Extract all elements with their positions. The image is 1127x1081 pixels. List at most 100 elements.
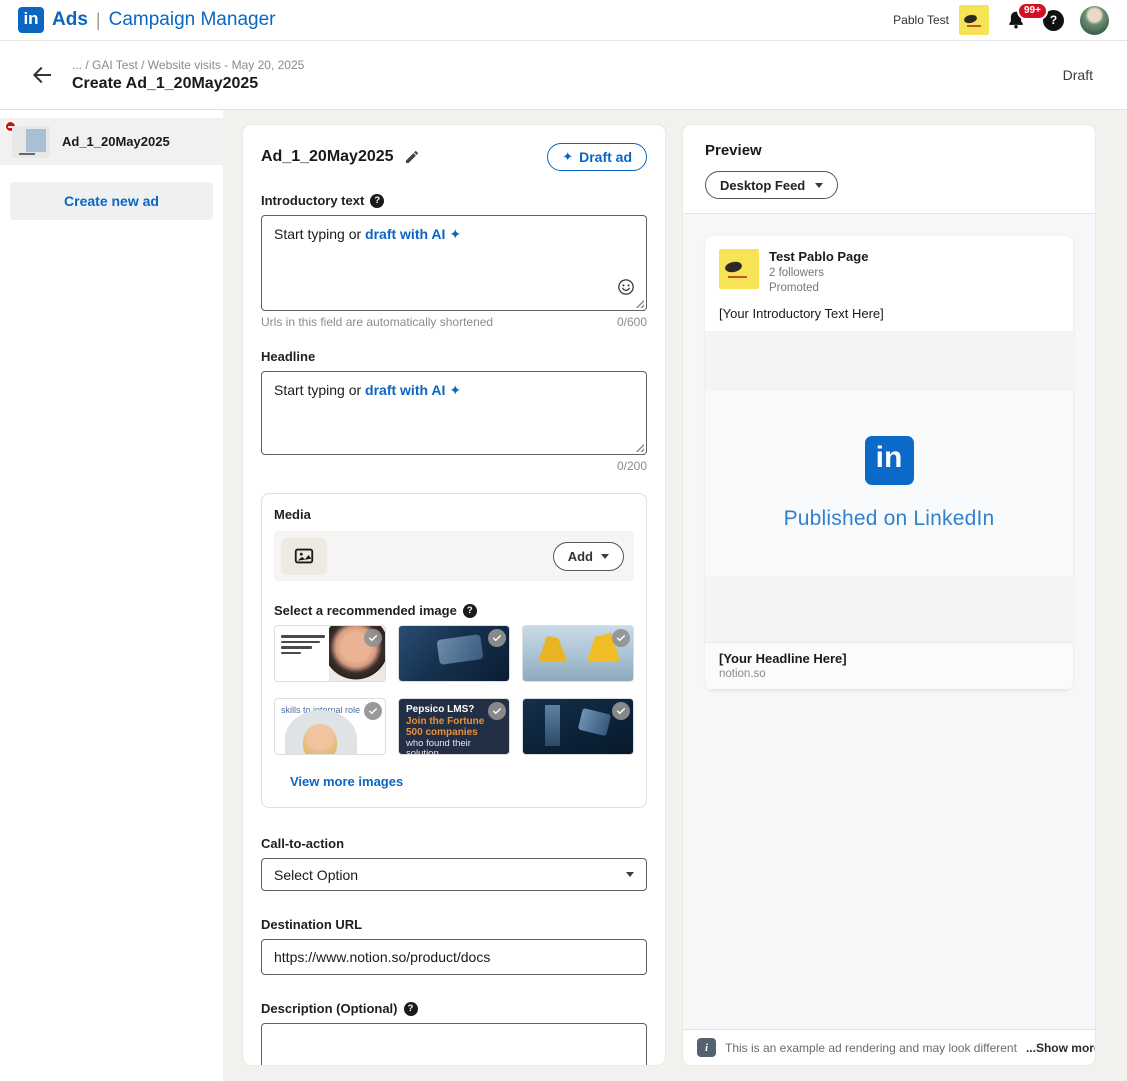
brand-separator: |	[95, 9, 101, 30]
device-selector-value: Desktop Feed	[720, 177, 806, 193]
page-followers: 2 followers	[769, 266, 824, 279]
preview-media-placeholder: in Published on LinkedIn	[705, 390, 1073, 576]
chevron-down-icon	[601, 553, 609, 559]
intro-textarea[interactable]: Start typing or draft with AI ✦	[261, 215, 647, 311]
recommended-image-5[interactable]: Pepsico LMS? Join the Fortune 500 compan…	[398, 698, 510, 755]
linkedin-logo-icon: in	[864, 435, 914, 485]
ad-thumbnail	[12, 125, 50, 158]
preview-headline: [Your Headline Here]	[719, 650, 847, 666]
headline-char-counter: 0/200	[616, 459, 647, 473]
promoted-label: Promoted	[769, 281, 819, 294]
back-button[interactable]	[30, 63, 54, 87]
intro-char-counter: 0/600	[616, 315, 647, 329]
chevron-down-icon	[626, 872, 634, 877]
chevron-down-icon	[815, 182, 824, 188]
preview-body: Test Pablo Page 2 followers Promoted [Yo…	[683, 214, 1095, 1029]
intro-helper-text: Urls in this field are automatically sho…	[261, 315, 494, 329]
check-icon	[364, 629, 382, 647]
recommended-image-1[interactable]	[274, 625, 386, 682]
preview-media-strip	[705, 330, 1073, 391]
draft-ad-button[interactable]: ✦ Draft ad	[547, 143, 647, 171]
draft-ad-button-label: Draft ad	[579, 149, 632, 165]
media-placeholder-tile[interactable]	[281, 537, 327, 575]
preview-device-selector[interactable]: Desktop Feed	[705, 171, 839, 199]
disclaimer-text: This is an example ad rendering and may …	[725, 1040, 1017, 1055]
pencil-icon	[405, 151, 418, 163]
cta-label: Call-to-action	[261, 836, 345, 851]
info-icon: i	[697, 1038, 716, 1057]
account-logo[interactable]	[959, 5, 989, 35]
headline-textarea[interactable]: Start typing or draft with AI ✦	[261, 371, 647, 455]
campaign-manager-app: in Ads | Campaign Manager Pablo Test 99+…	[0, 0, 1127, 1081]
recommended-image-6[interactable]	[522, 698, 634, 755]
draft-with-ai-link[interactable]: draft with AI ✦	[365, 382, 461, 398]
sparkle-icon: ✦	[562, 149, 574, 164]
view-more-images-link[interactable]: View more images	[274, 774, 403, 789]
recommended-image-2[interactable]	[398, 625, 510, 682]
page-titles: ... / GAI Test / Website visits - May 20…	[72, 58, 1045, 93]
destination-url-input[interactable]	[261, 939, 647, 975]
recommended-image-4[interactable]: skills to internal role	[274, 698, 386, 755]
headline-label: Headline	[261, 349, 316, 364]
resize-handle[interactable]	[634, 442, 644, 452]
preview-headline-bar: [Your Headline Here] notion.so	[705, 641, 1073, 690]
page-avatar	[719, 249, 759, 289]
description-textarea[interactable]	[261, 1023, 647, 1065]
recommended-help-icon[interactable]: ?	[462, 603, 477, 618]
ads-sidebar: Ad_1_20May2025 Create new ad	[0, 110, 223, 1081]
add-media-button[interactable]: Add	[552, 541, 624, 571]
check-icon	[488, 702, 506, 720]
ad-name: Ad_1_20May2025	[261, 148, 394, 165]
brand: in Ads | Campaign Manager	[18, 7, 275, 33]
top-navigation-bar: in Ads | Campaign Manager Pablo Test 99+…	[0, 0, 1127, 41]
brand-product-label[interactable]: Ads	[52, 9, 88, 31]
linkedin-logo-glyph: in	[23, 9, 39, 28]
draft-with-ai-link[interactable]: draft with AI ✦	[365, 226, 461, 242]
description-label: Description (Optional)	[261, 1001, 398, 1016]
image-icon	[294, 548, 314, 564]
preview-panel: Preview Desktop Feed Test Pablo Page 2 f…	[683, 125, 1095, 1065]
edit-ad-name-button[interactable]	[404, 149, 420, 165]
status-badge: Draft	[1062, 67, 1093, 83]
recommended-image-3[interactable]	[522, 625, 634, 682]
check-icon	[612, 702, 630, 720]
back-arrow-icon	[32, 66, 51, 84]
account-name: Pablo Test	[893, 13, 949, 27]
thumbnail-text-lines	[281, 635, 325, 657]
media-bar: Add	[274, 531, 634, 581]
page-name: Test Pablo Page	[769, 249, 869, 264]
smiley-icon	[618, 279, 634, 295]
preview-disclaimer: i This is an example ad rendering and ma…	[683, 1029, 1095, 1065]
thumbnail-caption: solution.	[406, 748, 442, 755]
emoji-picker-button[interactable]	[616, 277, 636, 300]
linkedin-logo-icon[interactable]: in	[18, 7, 44, 33]
add-media-label: Add	[567, 548, 593, 564]
create-new-ad-button[interactable]: Create new ad	[10, 182, 213, 220]
check-icon	[364, 702, 382, 720]
description-help-icon[interactable]: ?	[403, 1001, 418, 1016]
media-label: Media	[274, 507, 311, 522]
notifications-button[interactable]: 99+	[1005, 2, 1048, 31]
intro-placeholder: Start typing or draft with AI ✦	[274, 226, 462, 242]
sidebar-item-ad[interactable]: Ad_1_20May2025	[0, 118, 223, 165]
preview-domain: notion.so	[719, 667, 766, 680]
preview-intro-text: [Your Introductory Text Here]	[719, 305, 884, 321]
user-avatar[interactable]	[1080, 5, 1109, 35]
recommended-image-grid: skills to internal role Pepsico LMS? Joi…	[274, 625, 634, 755]
intro-label: Introductory text	[261, 193, 365, 208]
show-more-link[interactable]: ...Show more	[1026, 1041, 1095, 1055]
intro-help-icon[interactable]: ?	[370, 193, 385, 208]
preview-title: Preview	[705, 142, 762, 159]
cta-selected-value: Select Option	[274, 866, 359, 883]
thumbnail-caption: Join the Fortune	[406, 715, 485, 727]
page-header: ... / GAI Test / Website visits - May 20…	[0, 41, 1127, 110]
cta-select[interactable]: Select Option	[261, 858, 647, 891]
check-icon	[488, 629, 506, 647]
check-icon	[612, 629, 630, 647]
recommended-image-label: Select a recommended image	[274, 603, 457, 618]
help-glyph: ?	[1049, 13, 1058, 27]
topbar-actions: Pablo Test 99+ ?	[893, 2, 1109, 35]
content: Ad_1_20May2025 Create new ad Ad_1_20May2…	[0, 110, 1127, 1081]
breadcrumb[interactable]: ... / GAI Test / Website visits - May 20…	[72, 58, 1045, 72]
ad-preview-card: Test Pablo Page 2 followers Promoted [Yo…	[705, 236, 1073, 690]
